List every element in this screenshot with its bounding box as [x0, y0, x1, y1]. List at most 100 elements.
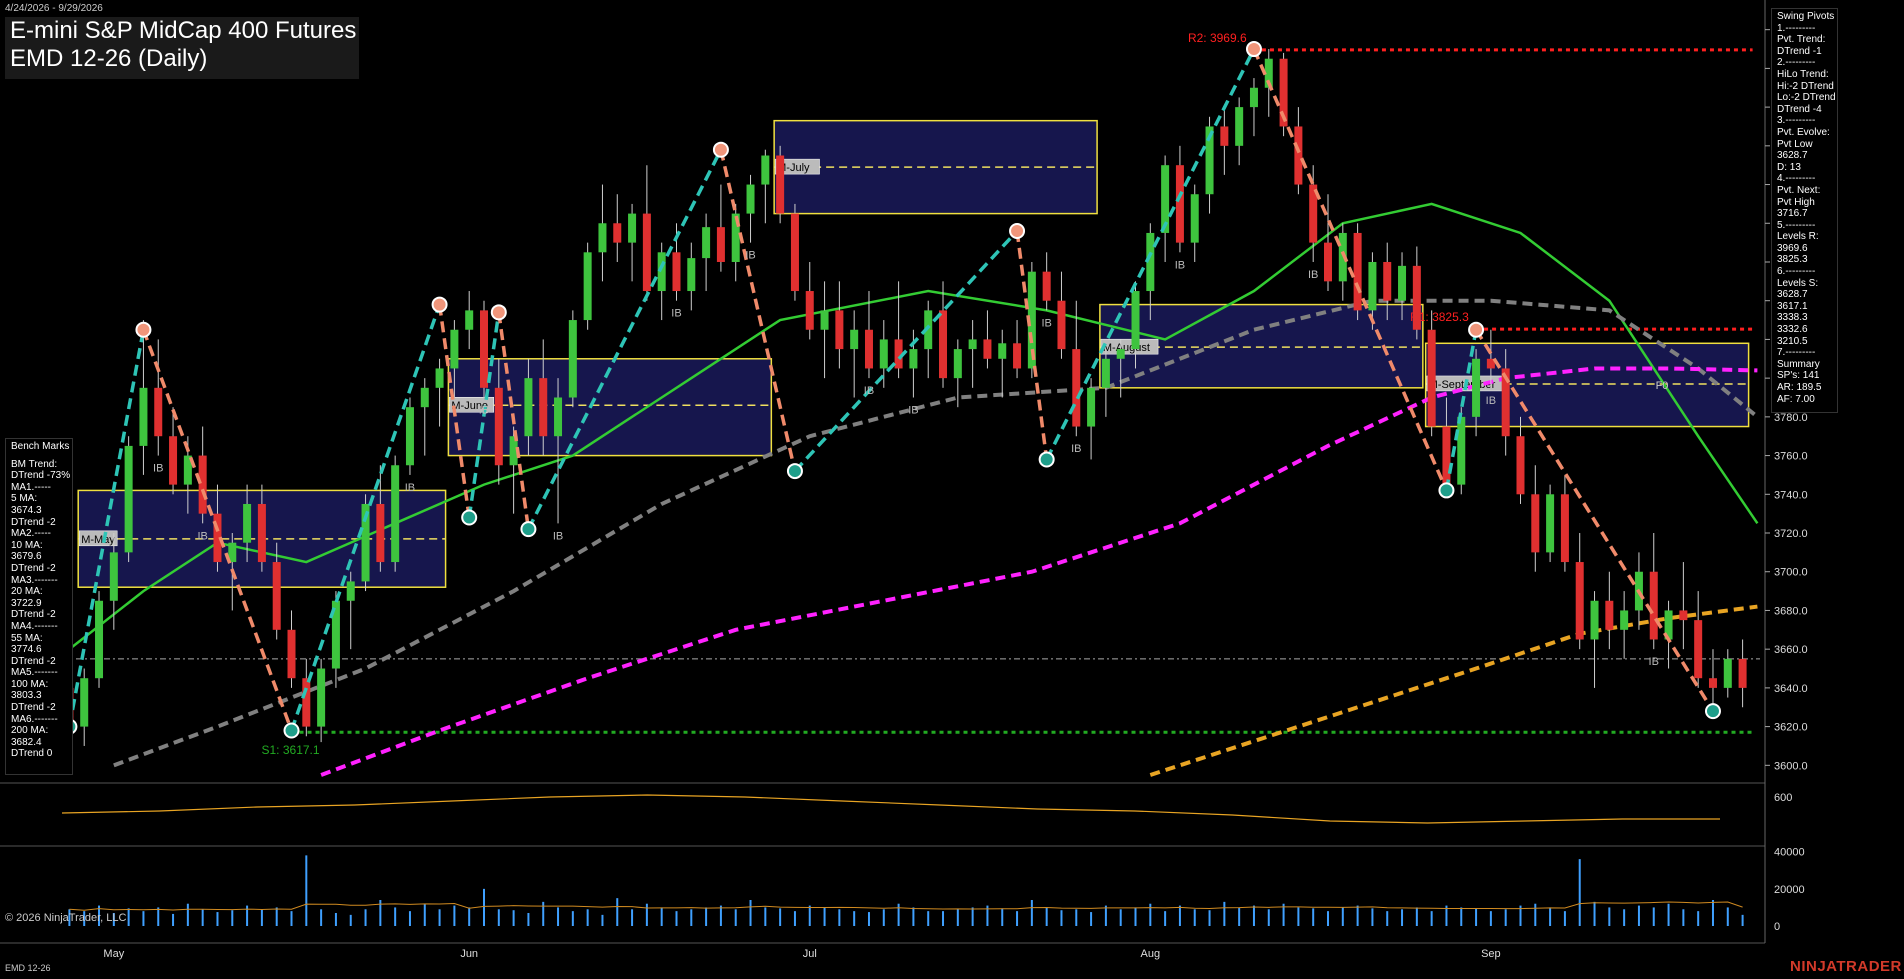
swing-pivot-dot [1038, 451, 1055, 468]
bench-marks-line: 3774.6 [11, 644, 42, 656]
candle-body [835, 310, 844, 350]
swing-pivot-dot [1009, 223, 1026, 240]
candle-body [761, 155, 770, 185]
candle-body [657, 252, 666, 292]
candle-body [1042, 271, 1051, 301]
candle-body [983, 339, 992, 359]
candle-body [1620, 610, 1629, 630]
candle-body [391, 465, 400, 563]
bench-marks-line: DTrend -2 [11, 655, 56, 667]
bench-marks-line: MA3.------- [11, 574, 58, 586]
y-tick-label: 3740.0 [1774, 489, 1808, 501]
candle-body [613, 223, 622, 243]
swing-pivots-line: 3332.6 [1777, 324, 1808, 336]
candle-body [169, 436, 178, 485]
candle-body [80, 678, 89, 727]
candle-body [1057, 300, 1066, 350]
swing-pivots-line: Levels R: [1777, 231, 1819, 243]
y-tick-label: 3760.0 [1774, 451, 1808, 463]
chart-title-box: E-mini S&P MidCap 400 Futures EMD 12-26 … [5, 17, 359, 79]
candle-body [198, 455, 207, 514]
swing-pivot-dot [520, 521, 537, 538]
swing-pivots-line: 7.--------- [1777, 347, 1816, 359]
swing-pivots-line: DTrend -1 [1777, 45, 1822, 57]
y-tick-label: 3680.0 [1774, 605, 1808, 617]
candle-body [628, 213, 637, 243]
ib-label: IB [1308, 269, 1318, 281]
swing-pivot-dot [1438, 482, 1455, 499]
fo-label: F0 [1656, 380, 1669, 392]
y-tick-label: 3700.0 [1774, 567, 1808, 579]
ib-label: IB [553, 530, 563, 542]
ib-label: IB [1649, 656, 1659, 668]
swing-pivots-line: DTrend -4 [1777, 103, 1822, 115]
swing-pivot-dot [1704, 703, 1721, 720]
y-tick-label: 3720.0 [1774, 528, 1808, 540]
swing-pivots-line: Summary [1777, 358, 1820, 370]
candle-body [494, 387, 503, 466]
chart-subtitle: EMD 12-26 (Daily) [10, 45, 208, 72]
bench-marks-line: 200 MA: [11, 725, 49, 737]
candle-body [554, 397, 563, 437]
x-month-label: May [103, 948, 124, 960]
candle-body [1220, 126, 1229, 146]
bench-marks-line: 3682.4 [11, 736, 42, 748]
bench-marks-line: 3674.3 [11, 504, 42, 516]
candle-body [124, 445, 133, 553]
candle-body [1072, 349, 1081, 427]
x-month-label: Jun [460, 948, 478, 960]
candle-body [1131, 291, 1140, 350]
candle-body [1575, 562, 1584, 640]
candle-body [598, 223, 607, 253]
candle-body [1101, 358, 1110, 388]
ib-label: IB [1486, 395, 1496, 407]
swing-pivots-line: Levels S: [1777, 277, 1819, 289]
swing-pivots-line: 3628.7 [1777, 289, 1808, 301]
candle-body [1457, 416, 1466, 485]
ninjatrader-logo: NINJATRADER [1790, 958, 1902, 975]
x-month-label: Sep [1481, 948, 1501, 960]
bench-marks-line: 10 MA: [11, 539, 43, 551]
candle-body [450, 329, 459, 369]
candle-body [1546, 494, 1555, 553]
oscillator-line [61, 794, 1720, 824]
candle-body [272, 562, 281, 630]
swing-pivots-line: 3338.3 [1777, 312, 1808, 324]
candle-body [850, 329, 859, 350]
candle-body [420, 387, 429, 408]
candle-body [1679, 610, 1688, 621]
candle-body [257, 503, 266, 563]
candle-body [1605, 600, 1614, 630]
candle-body [139, 387, 148, 446]
candle-body [820, 310, 829, 330]
candle-body [1708, 678, 1717, 688]
candle-body [776, 155, 785, 214]
volume-tick: 0 [1774, 921, 1780, 933]
swing-pivot-dot [1245, 41, 1262, 58]
swing-pivots-line: Lo:-2 DTrend [1777, 92, 1836, 104]
swing-pivots-line: Hi:-2 DTrend [1777, 80, 1834, 92]
candle-body [583, 252, 592, 321]
candle-body [1723, 658, 1732, 688]
bench-marks-line: MA6.------- [11, 713, 58, 725]
swing-pivots-line: 6.--------- [1777, 266, 1816, 278]
chart-title: E-mini S&P MidCap 400 Futures [10, 17, 357, 44]
swing-pivots-line: Pvt. Evolve: [1777, 126, 1830, 138]
bench-marks-line: 100 MA: [11, 678, 49, 690]
sub-panel-1-tick: 600 [1774, 792, 1792, 804]
x-month-label: Jul [803, 948, 817, 960]
bench-marks-panel: Bench Marks BM Trend: DTrend -73% MA1.----… [5, 438, 73, 775]
swing-pivots-line: 3969.6 [1777, 242, 1808, 254]
candle-body [1087, 387, 1096, 427]
bench-marks-line: MA2.----- [11, 528, 51, 540]
symbol-footer: EMD 12-26 [5, 963, 51, 973]
candle-body [1324, 242, 1332, 282]
volume-average-line [69, 901, 1743, 911]
swing-pivot-dot [461, 509, 478, 526]
candle-body [568, 320, 577, 398]
candle-body [480, 310, 488, 388]
swing-pivots-line: 1.--------- [1777, 22, 1816, 34]
candle-body [1427, 329, 1436, 427]
swing-line [1045, 48, 1256, 461]
candle-body [1190, 194, 1199, 243]
